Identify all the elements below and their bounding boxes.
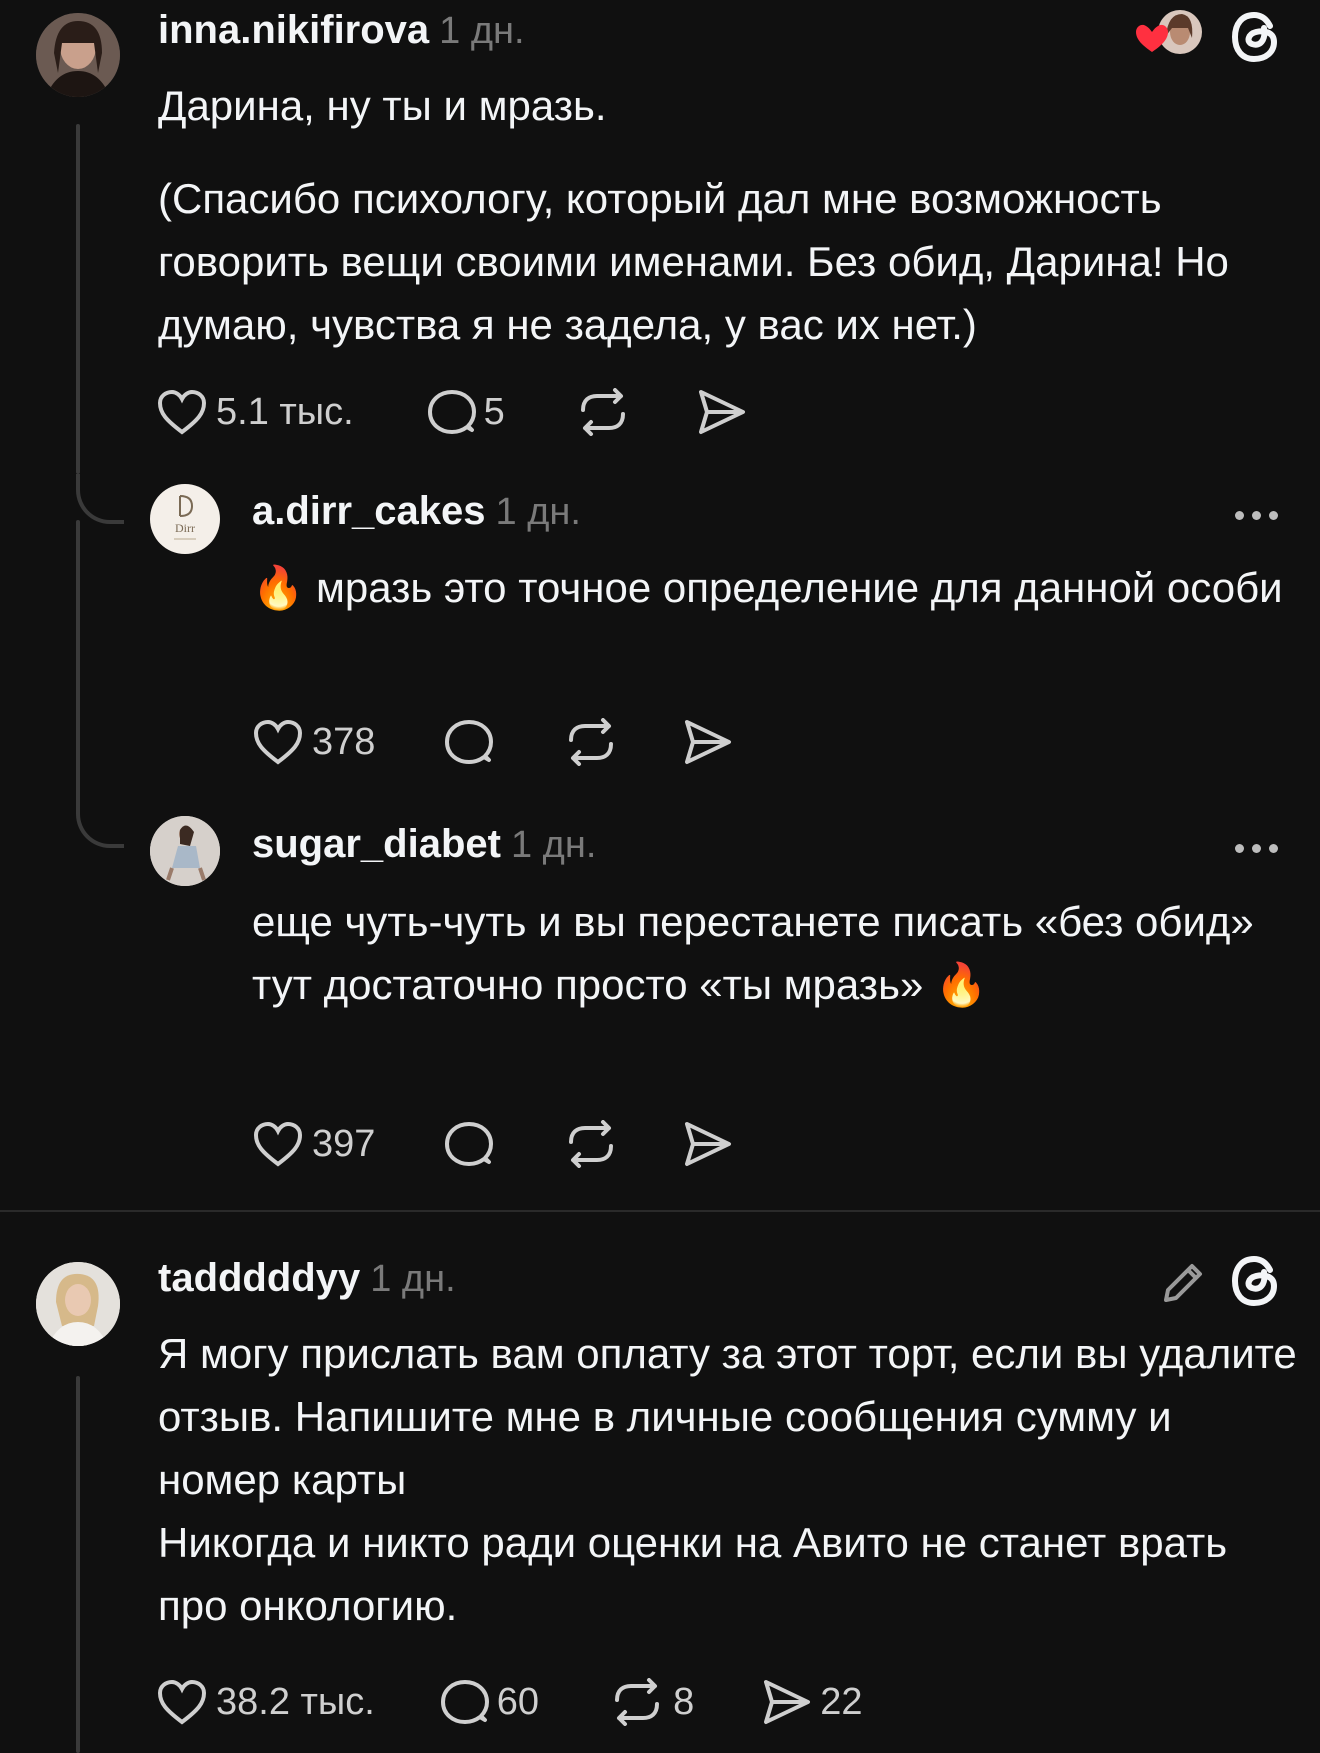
share-icon (685, 720, 732, 764)
repost-count: 8 (673, 1680, 695, 1723)
post-text: Дарина, ну ты и мразь. (Спасибо психолог… (158, 74, 1298, 356)
avatar[interactable] (150, 816, 220, 886)
repost-icon (580, 388, 625, 436)
repost-button[interactable] (563, 718, 619, 766)
liked-heart-avatar-icon[interactable] (1134, 8, 1206, 58)
share-button[interactable]: 22 (760, 1678, 863, 1726)
like-count: 397 (312, 1122, 376, 1165)
comment-button[interactable]: 60 (439, 1678, 539, 1726)
share-icon (764, 1680, 811, 1724)
thread-connector (76, 798, 124, 848)
reply-paragraph: еще чуть-чуть и вы перестанете писать «б… (252, 898, 1254, 945)
post-actions: 38.2 тыс. 60 8 22 (156, 1672, 863, 1732)
comment-icon (445, 720, 494, 764)
username-text[interactable]: sugar_diabet (252, 822, 501, 866)
share-icon (698, 390, 745, 434)
share-button[interactable] (681, 1120, 733, 1168)
heart-icon (253, 1121, 303, 1167)
user-avatar-icon (150, 816, 220, 886)
username-text[interactable]: inna.nikifirova (158, 8, 429, 52)
username[interactable]: a.dirr_cakes 1 дн. (252, 489, 581, 534)
username-text[interactable]: a.dirr_cakes (252, 489, 486, 533)
timestamp: 1 дн. (370, 1258, 456, 1300)
threads-logo-icon[interactable] (1230, 10, 1280, 64)
comment-count: 5 (483, 390, 505, 433)
comment-icon (445, 1122, 494, 1166)
like-button[interactable]: 38.2 тыс. (156, 1678, 375, 1726)
repost-icon (569, 1120, 614, 1168)
comment-icon (440, 1680, 489, 1724)
post-text: Я могу прислать вам оплату за этот торт,… (158, 1322, 1298, 1637)
user-avatar-icon (36, 13, 120, 97)
repost-icon (615, 1678, 660, 1726)
like-count: 378 (312, 720, 376, 763)
username-text[interactable]: tadddddyy (158, 1256, 360, 1300)
heart-icon (157, 389, 207, 435)
repost-icon (569, 718, 614, 766)
username[interactable]: sugar_diabet 1 дн. (252, 822, 596, 867)
comment-button[interactable]: 5 (426, 388, 505, 436)
comment-button[interactable] (443, 1120, 494, 1168)
post-paragraph: (Спасибо психологу, который дал мне возм… (158, 175, 1229, 348)
thread-line (76, 520, 80, 800)
post-paragraph: Никогда и никто ради оценки на Авито не … (158, 1519, 1228, 1629)
like-count: 5.1 тыс. (216, 390, 354, 433)
dirr-cakes-logo-icon: Dirr (174, 495, 196, 540)
username[interactable]: inna.nikifirova 1 дн. (158, 8, 525, 53)
reply-text: 🔥 мразь это точное определение для данно… (252, 556, 1292, 619)
timestamp: 1 дн. (495, 491, 581, 533)
comment-button[interactable] (443, 718, 494, 766)
share-icon (685, 1122, 732, 1166)
timestamp: 1 дн. (510, 824, 597, 866)
like-count: 38.2 тыс. (216, 1680, 375, 1723)
avatar[interactable] (36, 13, 120, 97)
reply-actions: 397 (252, 1114, 733, 1174)
threads-logo-icon[interactable] (1230, 1254, 1280, 1308)
user-avatar-icon (36, 1262, 120, 1346)
thread-line (76, 1376, 80, 1753)
post-paragraph: Я могу прислать вам оплату за этот торт,… (158, 1330, 1297, 1503)
thread-line (76, 124, 80, 474)
thread-connector (76, 474, 124, 524)
post-divider (0, 1210, 1320, 1212)
avatar-text: Dirr (175, 521, 195, 535)
repost-button[interactable] (575, 388, 631, 436)
share-button[interactable] (695, 388, 747, 436)
comment-icon (427, 390, 476, 434)
like-button[interactable]: 5.1 тыс. (156, 388, 354, 436)
comment-count: 60 (496, 1680, 540, 1723)
repost-button[interactable] (563, 1120, 619, 1168)
reply-text: еще чуть-чуть и вы перестанете писать «б… (252, 890, 1292, 1016)
share-button[interactable] (681, 718, 733, 766)
username[interactable]: tadddddyy 1 дн. (158, 1256, 456, 1301)
reply-paragraph: тут достаточно просто «ты мразь» 🔥 (252, 961, 988, 1008)
heart-icon (253, 719, 303, 765)
reply-actions: 378 (252, 712, 733, 772)
like-button[interactable]: 397 (252, 1120, 375, 1168)
reply-paragraph: 🔥 мразь это точное определение для данно… (252, 564, 1283, 611)
more-options-icon[interactable] (1235, 844, 1278, 853)
repost-button[interactable]: 8 (609, 1678, 694, 1726)
like-button[interactable]: 378 (252, 718, 375, 766)
avatar[interactable] (36, 1262, 120, 1346)
share-count: 22 (820, 1680, 863, 1723)
post-paragraph: Дарина, ну ты и мразь. (158, 82, 607, 129)
post-actions: 5.1 тыс. 5 (156, 382, 747, 442)
avatar[interactable]: Dirr (150, 484, 220, 554)
timestamp: 1 дн. (439, 10, 525, 52)
more-options-icon[interactable] (1235, 511, 1278, 520)
heart-icon (157, 1679, 207, 1725)
pencil-icon[interactable] (1160, 1258, 1208, 1306)
